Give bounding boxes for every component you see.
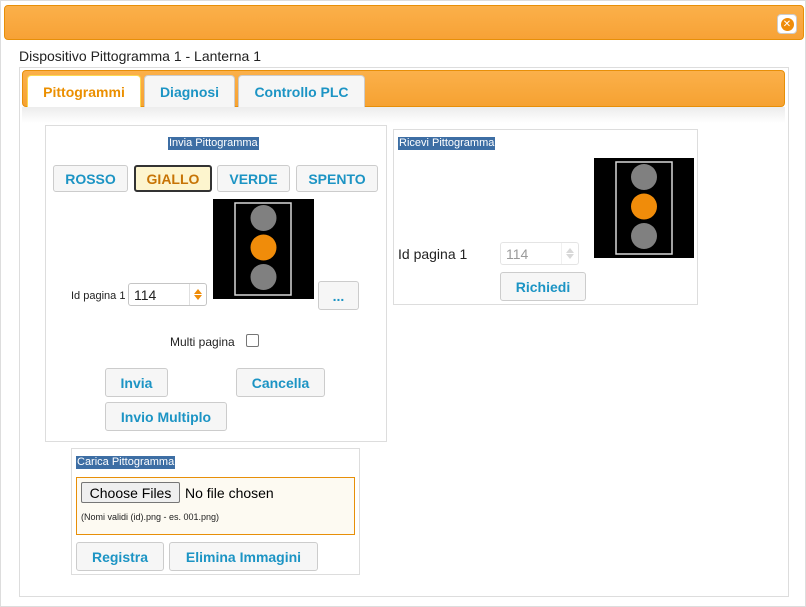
register-button[interactable]: Registra <box>76 542 164 571</box>
send-light-bottom <box>250 264 277 290</box>
receive-page-id-input <box>501 243 563 264</box>
spinner-down-icon[interactable] <box>194 295 202 300</box>
close-button[interactable]: ✕ <box>777 14 797 34</box>
multi-send-button[interactable]: Invio Multiplo <box>105 402 227 431</box>
browse-button[interactable]: ... <box>318 281 359 310</box>
tab-pittogrammi[interactable]: Pittogrammi <box>27 75 141 108</box>
send-light-top <box>250 205 277 231</box>
color-button-off[interactable]: SPENTO <box>296 165 378 192</box>
send-button[interactable]: Invia <box>105 368 168 397</box>
send-panel-title: Invia Pittogramma <box>168 137 259 150</box>
close-icon: ✕ <box>780 17 794 31</box>
send-light-middle <box>250 234 277 261</box>
file-upload-area[interactable]: Choose Files No file chosen (Nomi validi… <box>76 477 355 535</box>
send-page-id-label: Id pagina 1 <box>71 290 126 302</box>
upload-panel-title: Carica Pittogramma <box>76 456 176 469</box>
dialog-titlebar[interactable]: ✕ <box>4 5 804 40</box>
spinner-arrows <box>561 243 578 264</box>
send-lantern-preview <box>213 199 314 299</box>
tab-separator <box>22 107 785 123</box>
send-page-id-spinner[interactable] <box>128 283 207 306</box>
file-name-hint: (Nomi validi (id).png - es. 001.png) <box>81 512 220 522</box>
tab-controllo-plc[interactable]: Controllo PLC <box>238 75 365 108</box>
color-button-green[interactable]: VERDE <box>217 165 290 192</box>
receive-page-id-label: Id pagina 1 <box>398 246 468 262</box>
receive-panel-title: Ricevi Pittogramma <box>398 137 496 150</box>
spinner-down-icon <box>566 254 574 259</box>
spinner-arrows[interactable] <box>189 284 206 305</box>
request-button[interactable]: Richiedi <box>500 272 586 301</box>
multi-page-label: Multi pagina <box>170 335 235 349</box>
receive-light-bottom <box>631 223 657 249</box>
no-file-text: No file chosen <box>185 485 274 501</box>
tab-bar: Pittogrammi Diagnosi Controllo PLC <box>22 70 785 108</box>
dialog-title: Dispositivo Pittogramma 1 - Lanterna 1 <box>19 48 261 64</box>
receive-lantern-preview <box>594 158 694 258</box>
send-pictogram-panel: Invia Pittogramma ROSSO GIALLO VERDE SPE… <box>45 125 387 442</box>
dialog: ✕ Dispositivo Pittogramma 1 - Lanterna 1… <box>0 0 806 607</box>
cancel-button[interactable]: Cancella <box>236 368 325 397</box>
spinner-up-icon <box>566 248 574 253</box>
color-button-red[interactable]: ROSSO <box>53 165 128 192</box>
color-button-yellow[interactable]: GIALLO <box>134 165 212 192</box>
tab-diagnosi[interactable]: Diagnosi <box>144 75 235 108</box>
send-page-id-input[interactable] <box>129 284 191 305</box>
receive-page-id-spinner <box>500 242 579 265</box>
multi-page-checkbox[interactable] <box>246 334 259 347</box>
choose-files-button[interactable]: Choose Files <box>81 482 180 503</box>
spinner-up-icon[interactable] <box>194 289 202 294</box>
delete-images-button[interactable]: Elimina Immagini <box>169 542 318 571</box>
receive-pictogram-panel: Ricevi Pittogramma Id pagina 1 Richiedi <box>393 129 698 305</box>
receive-light-middle <box>631 193 657 220</box>
receive-light-top <box>631 164 657 190</box>
